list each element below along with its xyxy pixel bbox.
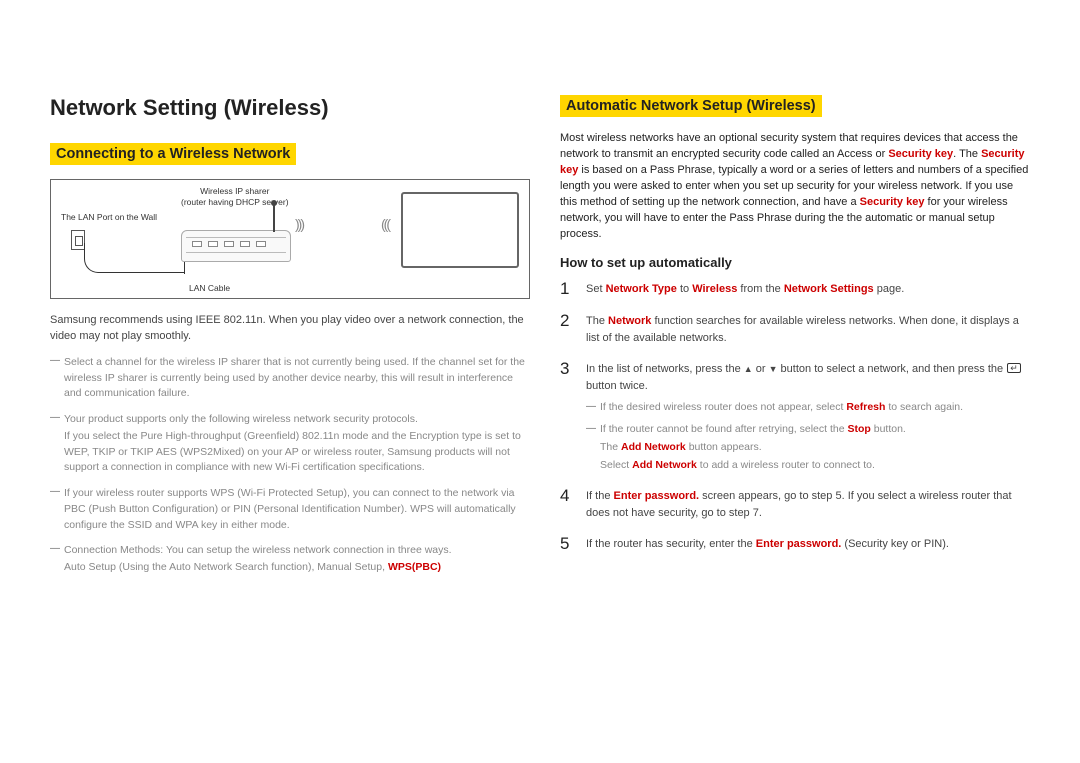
step-number: 3 bbox=[560, 360, 574, 473]
network-diagram: Wireless IP sharer (router having DHCP s… bbox=[50, 179, 530, 299]
sub-note-plain: Select Add Network to add a wireless rou… bbox=[586, 458, 1030, 474]
step-number: 2 bbox=[560, 312, 574, 346]
enter-icon bbox=[1007, 363, 1021, 373]
diagram-label-cable: LAN Cable bbox=[189, 283, 230, 293]
section-heading-connecting: Connecting to a Wireless Network bbox=[50, 143, 296, 165]
diagram-label-wall: The LAN Port on the Wall bbox=[61, 212, 157, 222]
wifi-waves-icon-2: ((( bbox=[381, 216, 389, 232]
section-heading-auto-setup: Automatic Network Setup (Wireless) bbox=[560, 95, 822, 117]
left-column: Network Setting (Wireless) Connecting to… bbox=[50, 95, 530, 586]
sub-note: If the desired wireless router does not … bbox=[586, 400, 1030, 416]
sub-note-plain: The Add Network button appears. bbox=[586, 440, 1030, 456]
router-icon bbox=[181, 230, 291, 262]
wifi-waves-icon: ))) bbox=[295, 216, 303, 232]
subheading-how-to: How to set up automatically bbox=[560, 255, 1030, 270]
antenna-icon bbox=[273, 202, 275, 232]
step-item: 4 If the Enter password. screen appears,… bbox=[560, 487, 1030, 521]
wall-port-icon bbox=[71, 230, 85, 250]
step-item: 5 If the router has security, enter the … bbox=[560, 535, 1030, 554]
notes-list: Select a channel for the wireless IP sha… bbox=[50, 355, 530, 576]
intro-paragraph: Samsung recommends using IEEE 802.11n. W… bbox=[50, 313, 530, 345]
up-arrow-icon: ▲ bbox=[744, 363, 753, 377]
right-column: Automatic Network Setup (Wireless) Most … bbox=[560, 95, 1030, 586]
note-item: Your product supports only the following… bbox=[50, 412, 530, 476]
step-number: 5 bbox=[560, 535, 574, 554]
step-number: 1 bbox=[560, 280, 574, 299]
lan-cable-line bbox=[84, 243, 184, 273]
auto-setup-intro: Most wireless networks have an optional … bbox=[560, 131, 1030, 243]
page-title: Network Setting (Wireless) bbox=[50, 95, 530, 121]
note-item: Select a channel for the wireless IP sha… bbox=[50, 355, 530, 402]
step-item: 2 The Network function searches for avai… bbox=[560, 312, 1030, 346]
down-arrow-icon: ▼ bbox=[769, 363, 778, 377]
step-number: 4 bbox=[560, 487, 574, 521]
sub-note: If the router cannot be found after retr… bbox=[586, 422, 1030, 438]
note-item: If your wireless router supports WPS (Wi… bbox=[50, 486, 530, 533]
step-item: 3 In the list of networks, press the ▲ o… bbox=[560, 360, 1030, 473]
note-item: Connection Methods: You can setup the wi… bbox=[50, 543, 530, 576]
display-screen-icon bbox=[401, 192, 519, 268]
steps-list: 1 Set Network Type to Wireless from the … bbox=[560, 280, 1030, 554]
step-item: 1 Set Network Type to Wireless from the … bbox=[560, 280, 1030, 299]
